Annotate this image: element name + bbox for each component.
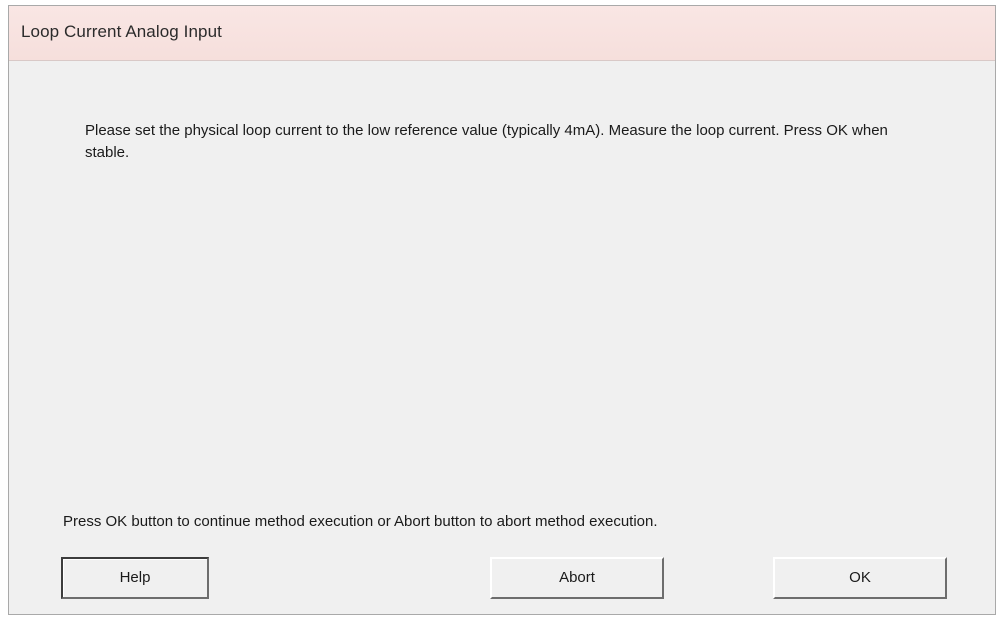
help-button[interactable]: Help (61, 557, 209, 599)
footer-instruction: Press OK button to continue method execu… (63, 513, 658, 530)
title-bar[interactable]: Loop Current Analog Input (9, 6, 995, 61)
window-title: Loop Current Analog Input (21, 22, 222, 41)
dialog-content: Please set the physical loop current to … (11, 61, 993, 612)
instruction-message: Please set the physical loop current to … (85, 122, 888, 161)
dialog-window: Loop Current Analog Input Please set the… (8, 5, 996, 615)
abort-button[interactable]: Abort (490, 557, 664, 599)
ok-button[interactable]: OK (773, 557, 947, 599)
